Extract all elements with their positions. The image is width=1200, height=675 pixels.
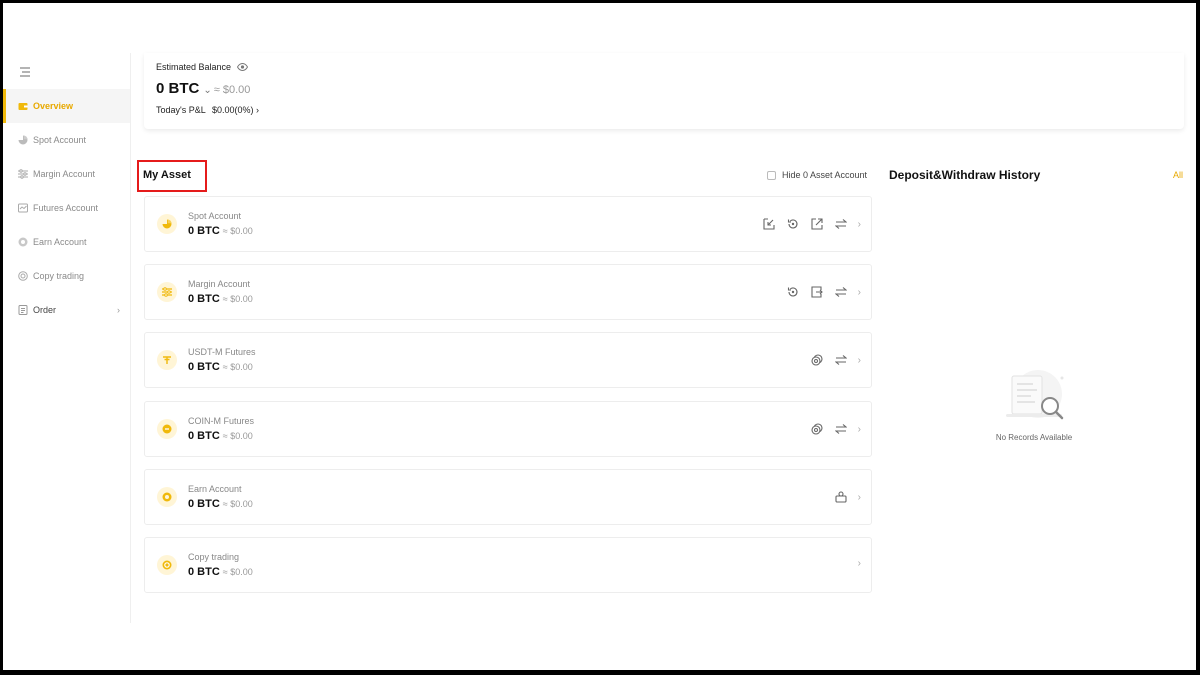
- sidebar-item-futures-account[interactable]: Futures Account: [3, 191, 130, 225]
- account-balance: 0 BTC ≈ $0.00: [188, 225, 253, 237]
- todays-pnl[interactable]: Today's P&L $0.00(0%) ›: [156, 105, 259, 115]
- wallet-icon: [18, 101, 28, 111]
- copy-trading-icon: [157, 555, 177, 575]
- row-actions: ›: [752, 217, 861, 231]
- account-name: Spot Account: [188, 211, 242, 221]
- asset-row-margin-account[interactable]: Margin Account 0 BTC ≈ $0.00 ›: [144, 264, 872, 320]
- row-actions: ›: [800, 353, 861, 367]
- hide-zero-asset-toggle[interactable]: Hide 0 Asset Account: [767, 170, 867, 180]
- sidebar-item-label: Order: [33, 305, 57, 315]
- sidebar-item-label: Futures Account: [33, 203, 99, 213]
- row-actions: ›: [800, 422, 861, 436]
- chevron-right-icon[interactable]: ›: [858, 492, 861, 503]
- bag-icon[interactable]: [834, 490, 848, 504]
- transfer-icon[interactable]: [834, 285, 848, 299]
- deposit-icon[interactable]: [762, 217, 776, 231]
- pie-chart-icon: [18, 135, 28, 145]
- transfer-icon[interactable]: [834, 217, 848, 231]
- copy-trading-icon: [18, 271, 28, 281]
- transfer-icon[interactable]: [834, 353, 848, 367]
- exit-icon[interactable]: [810, 285, 824, 299]
- sidebar-item-earn-account[interactable]: Earn Account: [3, 225, 130, 259]
- chevron-right-icon[interactable]: ›: [858, 424, 861, 435]
- earn-icon: [18, 237, 28, 247]
- asset-row-coin-m-futures[interactable]: COIN-M Futures 0 BTC ≈ $0.00 ›: [144, 401, 872, 457]
- sidebar-item-label: Margin Account: [33, 169, 96, 179]
- sidebar: Overview Spot Account Margin Account Fut…: [3, 53, 131, 623]
- account-balance: 0 BTC ≈ $0.00: [188, 566, 253, 578]
- estimated-balance-label: Estimated Balance: [156, 62, 249, 72]
- row-actions: ›: [848, 558, 861, 569]
- balance-btc: 0 BTC: [156, 80, 200, 97]
- history-title: Deposit&Withdraw History: [889, 168, 1041, 182]
- coin-icon: [157, 419, 177, 439]
- history-all-link[interactable]: All: [1173, 170, 1183, 180]
- sidebar-item-order[interactable]: Order ›: [3, 293, 130, 327]
- sidebar-item-label: Overview: [33, 101, 74, 111]
- sidebar-item-overview[interactable]: Overview: [3, 89, 130, 123]
- account-balance: 0 BTC ≈ $0.00: [188, 498, 253, 510]
- history-icon[interactable]: [786, 217, 800, 231]
- account-name: Earn Account: [188, 484, 242, 494]
- no-records-icon: [1000, 366, 1068, 424]
- row-actions: ›: [776, 285, 861, 299]
- history-icon[interactable]: [786, 285, 800, 299]
- my-asset-title: My Asset: [143, 169, 191, 181]
- account-balance: 0 BTC ≈ $0.00: [188, 361, 253, 373]
- sliders-icon: [18, 169, 28, 179]
- balance-usd: ≈ $0.00: [213, 84, 251, 96]
- app-frame: Overview Spot Account Margin Account Fut…: [3, 3, 1196, 670]
- sliders-icon: [157, 282, 177, 302]
- sidebar-item-spot-account[interactable]: Spot Account: [3, 123, 130, 157]
- chevron-right-icon[interactable]: ›: [858, 287, 861, 298]
- chevron-right-icon[interactable]: ›: [858, 219, 861, 230]
- pie-chart-icon: [157, 214, 177, 234]
- coins-icon[interactable]: [810, 353, 824, 367]
- transfer-icon[interactable]: [834, 422, 848, 436]
- chevron-right-icon: ›: [255, 105, 259, 115]
- estimated-balance-value: 0 BTC ⌄ ≈ $0.00: [156, 80, 250, 97]
- usdt-icon: [157, 350, 177, 370]
- collapse-menu-icon[interactable]: [19, 64, 31, 77]
- chevron-down-icon[interactable]: ⌄: [203, 85, 211, 96]
- asset-row-usdt-m-futures[interactable]: USDT-M Futures 0 BTC ≈ $0.00 ›: [144, 332, 872, 388]
- empty-state-text: No Records Available: [995, 433, 1073, 442]
- sidebar-item-margin-account[interactable]: Margin Account: [3, 157, 130, 191]
- chevron-right-icon: ›: [117, 305, 120, 315]
- asset-row-copy-trading[interactable]: Copy trading 0 BTC ≈ $0.00 ›: [144, 537, 872, 593]
- checkbox[interactable]: [767, 170, 776, 180]
- account-name: COIN-M Futures: [188, 416, 255, 426]
- chevron-right-icon[interactable]: ›: [858, 558, 861, 569]
- futures-icon: [18, 203, 28, 213]
- withdraw-icon[interactable]: [810, 217, 824, 231]
- asset-row-earn-account[interactable]: Earn Account 0 BTC ≈ $0.00 ›: [144, 469, 872, 525]
- coins-icon[interactable]: [810, 422, 824, 436]
- account-name: Copy trading: [188, 552, 240, 562]
- account-name: USDT-M Futures: [188, 347, 256, 357]
- chevron-right-icon[interactable]: ›: [858, 355, 861, 366]
- order-icon: [18, 305, 28, 315]
- eye-icon[interactable]: [237, 63, 249, 71]
- sidebar-item-copy-trading[interactable]: Copy trading: [3, 259, 130, 293]
- sidebar-item-label: Earn Account: [33, 237, 87, 247]
- earn-icon: [157, 487, 177, 507]
- account-name: Margin Account: [188, 279, 251, 289]
- row-actions: ›: [824, 490, 861, 504]
- sidebar-item-label: Spot Account: [33, 135, 87, 145]
- asset-row-spot-account[interactable]: Spot Account 0 BTC ≈ $0.00 ›: [144, 196, 872, 252]
- account-balance: 0 BTC ≈ $0.00: [188, 293, 253, 305]
- sidebar-item-label: Copy trading: [33, 271, 85, 281]
- estimated-balance-card: Estimated Balance 0 BTC ⌄ ≈ $0.00 Today'…: [144, 53, 1184, 129]
- account-balance: 0 BTC ≈ $0.00: [188, 430, 253, 442]
